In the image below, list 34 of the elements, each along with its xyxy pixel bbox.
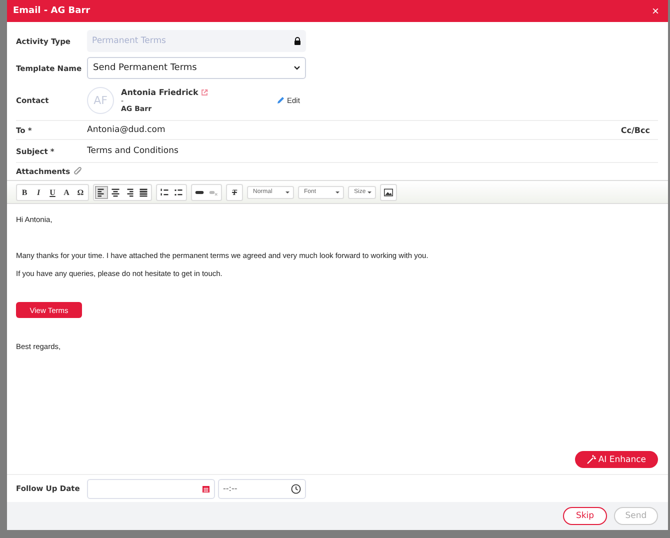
align-left-icon	[97, 188, 106, 196]
to-field[interactable]: Antonia@dud.com	[87, 125, 621, 135]
window-title: Email - AG Barr	[13, 6, 90, 16]
toolbar-button[interactable]: T	[228, 186, 241, 198]
date-field[interactable]	[87, 478, 215, 498]
numbered-list-icon	[160, 188, 169, 196]
pencil-icon	[277, 96, 285, 104]
bullet-list-icon	[174, 188, 183, 196]
subject-field[interactable]: Terms and Conditions	[87, 146, 658, 156]
caret-icon	[367, 190, 372, 194]
toolbar-button[interactable]	[95, 186, 108, 198]
contact-name[interactable]: Antonia Friedrick	[121, 88, 198, 96]
footer-button[interactable]: Skip	[563, 507, 607, 525]
chevron-icon	[294, 66, 300, 70]
toolbar-button[interactable]: B	[18, 186, 31, 198]
align-center-icon	[111, 188, 120, 196]
magic-wand-icon	[587, 455, 596, 464]
toolbar-button[interactable]: Ω	[74, 186, 87, 198]
cc-bcc-link[interactable]: Cc/Bcc	[620, 126, 650, 134]
caret-icon	[285, 190, 290, 194]
paperclip-icon[interactable]	[74, 167, 82, 176]
clock-icon[interactable]	[291, 484, 301, 494]
caret-icon	[335, 190, 340, 194]
toolbar-button[interactable]: I	[32, 186, 45, 198]
justify-icon	[139, 188, 148, 196]
ai-enhance-button[interactable]: AI Enhance	[575, 451, 658, 468]
template-select[interactable]: Send Permanent Terms	[87, 57, 306, 79]
toolbar-button[interactable]: U	[46, 186, 59, 198]
close-button[interactable]: ×	[652, 4, 659, 18]
align-right-icon	[125, 188, 134, 196]
calendar-icon[interactable]	[202, 484, 210, 492]
time-field[interactable]: --:--	[218, 478, 306, 498]
toolbar-button[interactable]: A	[60, 186, 73, 198]
avatar: AF	[87, 86, 114, 114]
